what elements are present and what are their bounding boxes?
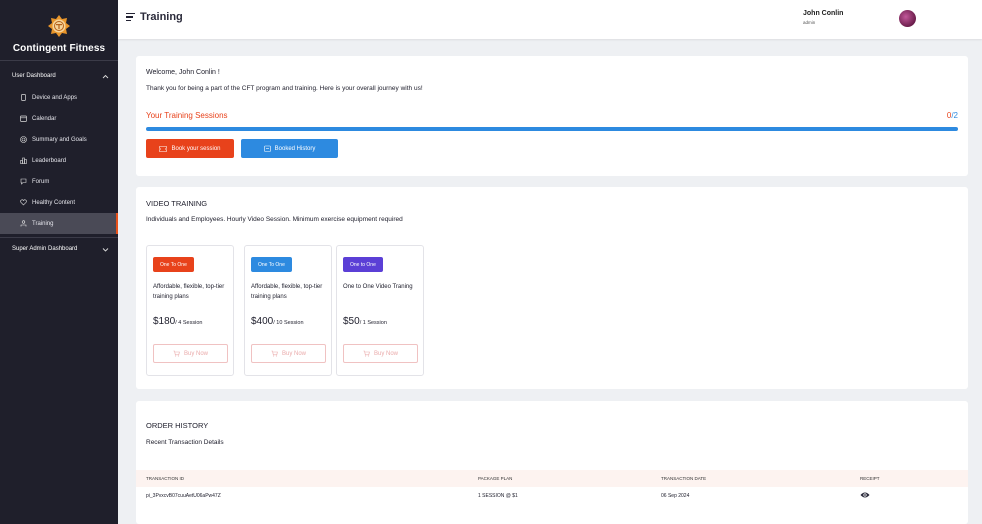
buy-now-label: Buy Now [281, 350, 306, 357]
plan-description: One to One Video Traning [343, 284, 413, 290]
page-title: Training [140, 11, 183, 23]
welcome-text: Welcome, John Conlin ! [146, 69, 220, 76]
sidebar-item-summary-and-goals[interactable]: Summary and Goals [0, 129, 118, 150]
sidebar-item-healthy-content[interactable]: Healthy Content [0, 192, 118, 213]
plan-description: Affordable, flexible, top-tier training … [251, 284, 323, 300]
training-sessions-count: 0/2 [947, 111, 958, 120]
eye-icon[interactable] [860, 491, 870, 499]
book-session-label: Book your session [171, 145, 221, 152]
chevron-up-icon [102, 74, 109, 78]
brand-logo-icon [48, 15, 70, 37]
sidebar-item-label: Healthy Content [32, 199, 76, 206]
heart-icon [19, 199, 27, 207]
sidebar-item-device-and-apps[interactable]: Device and Apps [0, 87, 118, 108]
sidebar: Contingent Fitness User Dashboard Device… [0, 0, 118, 524]
buy-now-button[interactable]: Buy Now [153, 344, 228, 363]
column-header: PACKAGE PLAN [478, 476, 513, 481]
buy-now-button[interactable]: Buy Now [251, 344, 326, 363]
user-role: admin [803, 20, 816, 25]
plan-card: One To One Affordable, flexible, top-tie… [146, 245, 234, 376]
menu-toggle-icon[interactable] [126, 13, 135, 22]
chevron-down-icon [102, 247, 109, 252]
sidebar-item-forum[interactable]: Forum [0, 171, 118, 192]
plan-price: $400/ 10 Session [251, 316, 304, 327]
column-header: TRANSACTION DATE [661, 476, 707, 481]
device-icon [19, 94, 27, 102]
sessions-progress-bar [146, 127, 958, 131]
leaderboard-icon [19, 157, 27, 165]
video-training-subtitle: Individuals and Employees. Hourly Video … [146, 216, 403, 223]
book-session-button[interactable]: Book your session [146, 139, 234, 158]
table-header: TRANSACTION ID PACKAGE PLAN TRANSACTION … [136, 470, 968, 487]
training-icon [19, 220, 27, 228]
target-icon [19, 136, 27, 144]
plan-price: $180/ 4 Session [153, 316, 202, 327]
column-header: RECEIPT [860, 476, 880, 481]
plan-card: One To One Affordable, flexible, top-tie… [244, 245, 332, 376]
calendar-icon [19, 115, 27, 123]
package-plan: 1 SESSION @ $1 [478, 493, 518, 499]
buy-now-label: Buy Now [373, 350, 398, 357]
sidebar-item-label: Device and Apps [32, 94, 78, 101]
plan-description: Affordable, flexible, top-tier training … [153, 284, 225, 300]
plan-price-value: $180 [153, 316, 176, 327]
forum-icon [19, 178, 27, 186]
avatar[interactable] [899, 10, 916, 27]
thanks-text: Thank you for being a part of the CFT pr… [146, 85, 423, 92]
sidebar-divider [0, 237, 118, 238]
sidebar-item-leaderboard[interactable]: Leaderboard [0, 150, 118, 171]
cart-icon [271, 350, 278, 357]
sidebar-section-label: User Dashboard [12, 73, 56, 79]
sidebar-item-label: Forum [32, 178, 50, 185]
cart-icon [363, 350, 370, 357]
order-history-subtitle: Recent Transaction Details [146, 439, 224, 446]
sessions-total: /2 [951, 111, 958, 120]
cart-icon [173, 350, 180, 357]
sidebar-item-label: Calendar [32, 115, 57, 122]
sidebar-divider [0, 60, 118, 61]
sidebar-item-label: Training [32, 220, 54, 227]
plan-price-value: $400 [251, 316, 274, 327]
plan-badge: One to One [343, 257, 383, 272]
plan-badge: One To One [251, 257, 292, 272]
plan-price: $50/ 1 Session [343, 316, 387, 327]
table-row: pi_3PvxcvB07cuuAetU06aPw47Z 1 SESSION @ … [136, 487, 968, 505]
history-icon [263, 145, 271, 152]
sidebar-section-super-admin-dashboard[interactable]: Super Admin Dashboard [0, 239, 118, 259]
ticket-icon [159, 145, 168, 152]
plan-price-unit: / 4 Session [175, 320, 203, 326]
sidebar-item-training[interactable]: Training [0, 213, 118, 234]
brand-name: Contingent Fitness [12, 43, 106, 54]
sidebar-item-label: Summary and Goals [32, 136, 87, 143]
training-journey-card: Welcome, John Conlin ! Thank you for bei… [136, 56, 968, 176]
training-sessions-label: Your Training Sessions [146, 111, 228, 120]
plan-price-unit: / 1 Session [359, 320, 387, 326]
booked-history-button[interactable]: Booked History [241, 139, 338, 158]
plan-card: One to One One to One Video Traning $50/… [336, 245, 424, 376]
sidebar-section-user-dashboard[interactable]: User Dashboard [0, 67, 118, 85]
plan-price-unit: / 10 Session [273, 320, 304, 326]
plan-price-value: $50 [343, 316, 360, 327]
booked-history-label: Booked History [274, 145, 316, 152]
transaction-date: 06 Sep 2024 [661, 493, 690, 499]
video-training-card: VIDEO TRAINING Individuals and Employees… [136, 187, 968, 389]
transaction-id: pi_3PvxcvB07cuuAetU06aPw47Z [146, 493, 221, 499]
sidebar-item-calendar[interactable]: Calendar [0, 108, 118, 129]
buy-now-button[interactable]: Buy Now [343, 344, 418, 363]
sidebar-section-label: Super Admin Dashboard [12, 246, 78, 252]
column-header: TRANSACTION ID [146, 476, 185, 481]
order-history-title: ORDER HISTORY [146, 421, 209, 430]
order-history-card: ORDER HISTORY Recent Transaction Details… [136, 401, 968, 524]
buy-now-label: Buy Now [183, 350, 208, 357]
top-bar: Training [118, 0, 982, 39]
user-name[interactable]: John Conlin [803, 10, 843, 17]
sidebar-item-label: Leaderboard [32, 157, 67, 164]
video-training-title: VIDEO TRAINING [146, 199, 208, 208]
plan-badge: One To One [153, 257, 194, 272]
